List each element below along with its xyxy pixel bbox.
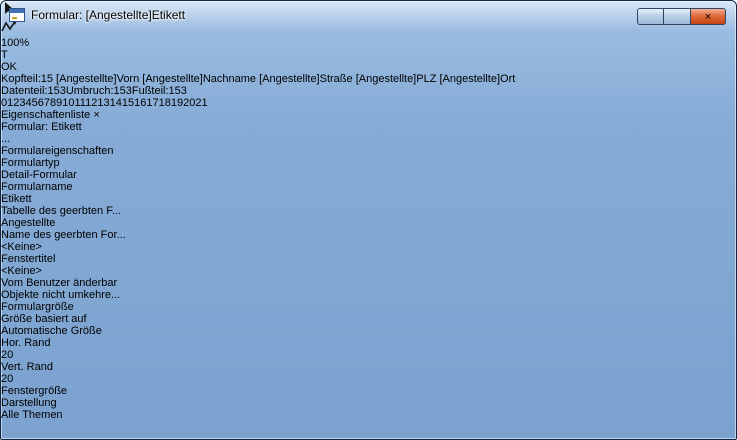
panel-titlebar[interactable]: Eigenschaftenliste ×: [1, 109, 736, 121]
section-header-window-size[interactable]: Fenstergröße: [1, 385, 736, 397]
property-name: Vom Benutzer änderbar: [1, 277, 736, 289]
property-grid-rows: Formulareigenschaften Formulartyp Detail…: [1, 145, 736, 409]
property-value[interactable]: <Keine>: [1, 265, 736, 277]
property-name: Größe basiert auf: [1, 313, 736, 325]
section-label: Formulareigenschaften: [1, 145, 114, 157]
property-name: Formularname: [1, 181, 736, 193]
horizontal-ruler: 0123456789101112131415161718192021: [1, 97, 736, 109]
property-row[interactable]: Formulartyp Detail-Formular: [1, 157, 736, 181]
property-name: Formulartyp: [1, 157, 736, 169]
section-header-form-size[interactable]: Formulargröße: [1, 301, 736, 313]
ruler-tick: 21: [195, 97, 207, 109]
label-tool[interactable]: T: [1, 49, 736, 61]
property-row[interactable]: Tabelle des geerbten F... Angestellte: [1, 205, 736, 229]
ruler-tick: 20: [183, 97, 195, 109]
property-name: Fenstertitel: [1, 253, 736, 265]
property-row[interactable]: Fenstertitel <Keine>: [1, 253, 736, 277]
ruler-tick: 16: [134, 97, 146, 109]
property-value[interactable]: <Keine>: [1, 241, 736, 253]
panel-footer: Alle Themen: [1, 409, 736, 421]
property-value[interactable]: 20: [1, 349, 736, 361]
ruler-tick: 15: [122, 97, 134, 109]
band-tags: Datenteil:153Umbruch:153Fußteil:153: [1, 85, 736, 97]
property-name: Hor. Rand: [1, 337, 736, 349]
close-button[interactable]: ×: [691, 8, 726, 25]
property-name: Tabelle des geerbten F...: [1, 205, 736, 217]
maximize-button[interactable]: [664, 8, 691, 25]
property-value[interactable]: Angestellte: [1, 217, 736, 229]
field-last-name[interactable]: [Angestellte]Nachname: [142, 73, 256, 85]
section-label: Fenstergröße: [1, 385, 67, 397]
field-street[interactable]: [Angestellte]Straße: [259, 73, 353, 85]
field-zip[interactable]: [Angestellte]PLZ: [356, 73, 437, 85]
client-area: 100% T OK: [1, 1, 736, 421]
titlebar[interactable]: Formular: [Angestellte]Etikett: [1, 1, 736, 29]
property-value[interactable]: Detail-Formular: [1, 169, 736, 181]
ruler-tick: 14: [110, 97, 122, 109]
band-tag[interactable]: Datenteil:153: [1, 85, 66, 97]
window-title: Formular: [Angestellte]Etikett: [31, 8, 185, 22]
ruler-tick: 10: [62, 97, 74, 109]
label-tool-icon: T: [1, 49, 8, 61]
button-tool-icon: OK: [1, 61, 17, 73]
window-controls: ×: [637, 8, 726, 25]
property-value[interactable]: Automatische Größe: [1, 325, 736, 337]
property-name: Objekte nicht umkehre...: [1, 289, 736, 301]
object-selector-row: Formular: Etikett: [1, 121, 736, 133]
property-row[interactable]: Vom Benutzer änderbar: [1, 277, 736, 289]
section-header-display[interactable]: Darstellung: [1, 397, 736, 409]
tab-more[interactable]: ...: [1, 133, 10, 145]
property-grid: Formulareigenschaften Formulartyp Detail…: [1, 145, 736, 409]
ruler-tick: 12: [85, 97, 97, 109]
form-canvas[interactable]: Kopfteil:15 [Angestellte]Vorn [Angestell…: [1, 73, 736, 97]
panel-title: Eigenschaftenliste: [1, 109, 90, 121]
ruler-tick: 19: [171, 97, 183, 109]
more-icon: ...: [1, 133, 10, 145]
close-icon: ×: [705, 11, 711, 23]
property-row[interactable]: Vert. Rand 20: [1, 361, 736, 385]
ruler-tick: 18: [159, 97, 171, 109]
minimize-button[interactable]: [637, 8, 664, 25]
band-tag[interactable]: Umbruch:153: [66, 85, 132, 97]
property-row[interactable]: Objekte nicht umkehre...: [1, 289, 736, 301]
ruler-tick: 13: [97, 97, 109, 109]
app-window: Formular: [Angestellte]Etikett × 100%: [0, 0, 737, 440]
section-header-form-properties[interactable]: Formulareigenschaften: [1, 145, 736, 157]
combo-value: Formular: Etikett: [1, 121, 82, 133]
app-icon[interactable]: [9, 8, 25, 22]
ruler-tick: 17: [146, 97, 158, 109]
band-tag[interactable]: Fußteil:153: [132, 85, 187, 97]
band-tag-kopfteil[interactable]: Kopfteil:15: [1, 73, 53, 85]
property-value[interactable]: Etikett: [1, 193, 736, 205]
property-name: Name des geerbten For...: [1, 229, 736, 241]
property-value[interactable]: 20: [1, 373, 736, 385]
design-area[interactable]: Kopfteil:15 [Angestellte]Vorn [Angestell…: [1, 73, 736, 97]
zoom-level-label: 100%: [1, 37, 29, 49]
property-row[interactable]: Größe basiert auf Automatische Größe: [1, 313, 736, 337]
panel-tabs: ...: [1, 133, 736, 145]
ruler-tick: 11: [75, 97, 86, 109]
field-city[interactable]: [Angestellte]Ort: [439, 73, 515, 85]
property-name: Vert. Rand: [1, 361, 736, 373]
properties-panel: Eigenschaftenliste × Formular: Etikett .…: [1, 109, 736, 421]
section-label: Darstellung: [1, 397, 57, 409]
button-tool[interactable]: OK: [1, 61, 736, 73]
control-toolbox: T OK: [1, 49, 736, 73]
field-first-name[interactable]: [Angestellte]Vorn: [56, 73, 139, 85]
panel-close-button[interactable]: ×: [93, 109, 99, 121]
property-row[interactable]: Formularname Etikett: [1, 181, 736, 205]
form-size-rows: Größe basiert auf Automatische Größe Hor…: [1, 313, 736, 385]
property-row[interactable]: Hor. Rand 20: [1, 337, 736, 361]
themes-filter-label: Alle Themen: [1, 409, 63, 421]
object-selector-combobox[interactable]: Formular: Etikett: [1, 121, 82, 133]
property-row[interactable]: Name des geerbten For... <Keine>: [1, 229, 736, 253]
form-properties-rows: Formulartyp Detail-Formular Formularname: [1, 157, 736, 301]
zoom-indicator[interactable]: 100%: [1, 37, 736, 49]
section-label: Formulargröße: [1, 301, 74, 313]
